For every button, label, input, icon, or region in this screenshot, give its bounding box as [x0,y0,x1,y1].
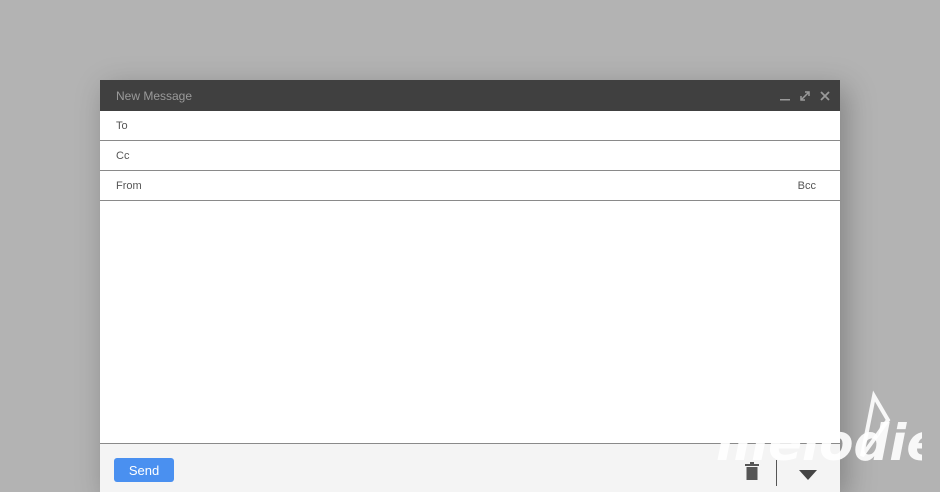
cc-label: Cc [116,149,130,162]
to-label: To [116,119,128,132]
expand-icon[interactable] [798,89,812,103]
to-field[interactable] [156,110,816,141]
cc-field[interactable] [156,140,816,171]
cc-row: Cc [100,140,840,171]
compose-title: New Message [116,88,193,103]
from-field[interactable] [156,170,798,201]
footer-divider [776,460,777,486]
trash-icon[interactable] [745,462,759,480]
minimize-icon[interactable] [778,89,792,103]
bcc-link[interactable]: Bcc [798,180,816,192]
from-row: From Bcc [100,170,840,201]
send-button[interactable]: Send [114,458,174,482]
compose-footer: Send [100,443,840,492]
window-controls [778,89,832,103]
compose-titlebar[interactable]: New Message [100,80,840,111]
triangle-down-icon[interactable] [797,468,819,480]
close-icon[interactable] [818,89,832,103]
compose-window: New Message To Cc From Bcc Send [100,80,840,492]
from-label: From [116,179,142,192]
to-row: To [100,110,840,141]
message-body[interactable] [100,201,840,443]
